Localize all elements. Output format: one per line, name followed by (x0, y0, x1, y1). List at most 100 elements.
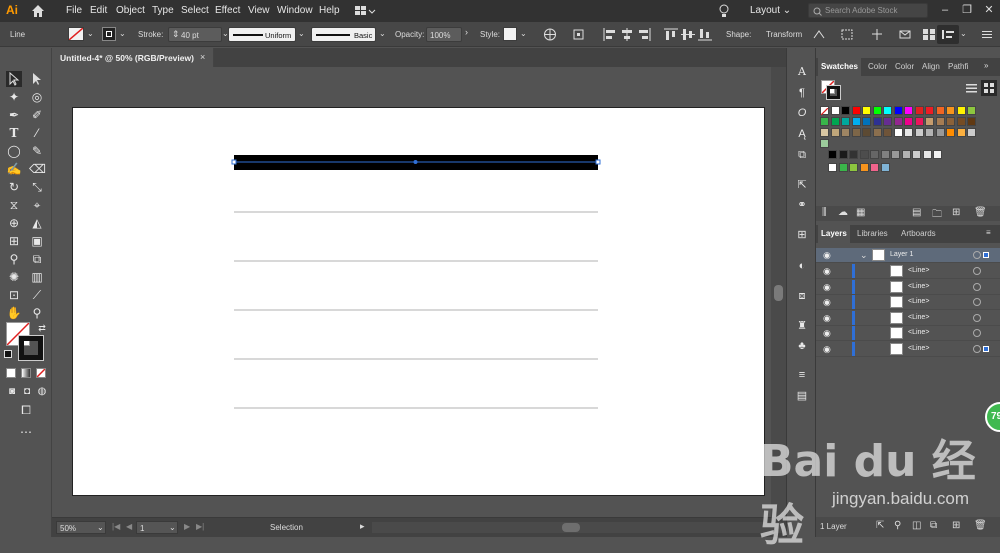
color-swatch[interactable] (901, 150, 911, 159)
color-swatch[interactable] (820, 128, 829, 137)
horizontal-scroll-thumb[interactable] (562, 523, 580, 532)
transform-again-icon[interactable] (812, 28, 826, 41)
color-swatch[interactable] (914, 128, 924, 137)
visibility-eye-icon[interactable]: ◉ (823, 282, 832, 292)
tab-pathfinder[interactable]: Pathfi (945, 58, 971, 76)
character-panel-icon[interactable]: A (795, 65, 809, 79)
opentype-panel-icon[interactable]: O (795, 106, 809, 120)
character-styles-icon[interactable]: ⧉ (795, 148, 809, 162)
color-swatch[interactable] (851, 106, 861, 115)
sublayer-name[interactable]: <Line> (908, 345, 929, 352)
visibility-eye-icon[interactable]: ◉ (823, 251, 832, 260)
color-swatch[interactable] (925, 128, 934, 137)
sublayer-row[interactable]: ◉ <Line> (816, 310, 1000, 326)
color-swatch[interactable] (849, 163, 858, 172)
color-swatch[interactable] (820, 117, 829, 126)
graphic-styles-icon[interactable] (922, 28, 936, 41)
color-swatch[interactable] (880, 163, 890, 172)
color-swatch[interactable] (946, 106, 955, 115)
color-swatch[interactable] (828, 163, 837, 172)
color-swatch[interactable] (880, 150, 890, 159)
color-swatch[interactable] (862, 106, 871, 115)
symbols-panel-icon[interactable]: ♣ (795, 339, 809, 353)
color-swatch[interactable] (862, 128, 871, 137)
maximize-icon[interactable]: ❐ (960, 3, 974, 17)
selection-indicator[interactable] (983, 252, 989, 258)
tab-artboards[interactable]: Artboards (898, 225, 939, 243)
color-swatch[interactable] (830, 106, 840, 115)
horizontal-scrollbar[interactable] (372, 522, 784, 533)
tab-color-guide[interactable]: Color (892, 58, 917, 76)
transform-panel-icon[interactable]: ⊞ (795, 228, 809, 242)
color-swatch[interactable] (872, 117, 882, 126)
sublayer-name[interactable]: <Line> (908, 298, 929, 305)
last-artboard-icon[interactable]: ▶| (196, 522, 204, 531)
selection-indicator[interactable] (983, 345, 989, 352)
envelope-icon[interactable] (898, 28, 912, 41)
color-swatch[interactable] (956, 128, 966, 137)
color-swatch[interactable] (893, 128, 903, 137)
color-swatch[interactable] (904, 106, 913, 115)
color-swatch[interactable] (893, 117, 903, 126)
color-swatch[interactable] (935, 106, 945, 115)
color-swatch[interactable] (859, 150, 869, 159)
color-swatch[interactable] (820, 106, 829, 116)
sublayer-row[interactable]: ◉ <Line> (816, 295, 1000, 310)
export-panel-icon[interactable]: ⇱ (795, 178, 809, 192)
color-swatch[interactable] (935, 117, 945, 126)
color-swatch[interactable] (820, 139, 829, 148)
color-swatch[interactable] (883, 106, 892, 115)
sublayer-target-icon[interactable] (973, 298, 981, 306)
sublayer-target-icon[interactable] (973, 313, 981, 322)
tab-layers[interactable]: Layers (818, 225, 850, 243)
zoom-dropdown-icon[interactable]: ⌄ (97, 523, 104, 532)
expand-layer-icon[interactable]: ⌄ (860, 250, 868, 261)
links-panel-icon[interactable]: ⚭ (795, 198, 809, 212)
color-swatch[interactable] (925, 106, 934, 115)
status-menu-arrow-icon[interactable]: ▸ (360, 521, 365, 532)
vertical-scroll-thumb[interactable] (774, 285, 783, 301)
tab-align[interactable]: Align (919, 58, 943, 76)
color-swatch[interactable] (883, 117, 892, 126)
color-swatch[interactable] (870, 150, 879, 159)
color-swatch[interactable] (956, 106, 966, 115)
color-swatch[interactable] (914, 117, 924, 126)
minimize-icon[interactable]: – (938, 3, 952, 17)
color-swatch[interactable] (883, 128, 892, 137)
color-swatch[interactable] (872, 128, 882, 137)
sublayer-target-icon[interactable] (973, 267, 981, 275)
artboard-number-select[interactable]: 1 ⌄ (136, 521, 178, 534)
color-swatch[interactable] (891, 150, 900, 159)
artboard-dropdown-icon[interactable]: ⌄ (169, 523, 176, 532)
color-swatch[interactable] (893, 106, 903, 115)
stroke-panel-icon[interactable]: ≡ (795, 368, 809, 382)
color-swatch[interactable] (838, 163, 848, 172)
layers-panel-menu-icon[interactable]: ≡ (986, 228, 991, 237)
swatch-options-icon[interactable]: ▤ (912, 207, 921, 218)
layer-name[interactable]: Layer 1 (890, 251, 913, 258)
tab-libraries[interactable]: Libraries (854, 225, 891, 243)
show-swatch-kinds-icon[interactable]: ▦ (856, 207, 865, 218)
color-swatch[interactable] (967, 128, 976, 137)
new-swatch-icon[interactable]: ⊞ (952, 207, 960, 218)
color-swatch[interactable] (946, 117, 955, 126)
next-artboard-icon[interactable]: ▶ (184, 522, 190, 531)
current-tool-status[interactable]: Selection (270, 523, 303, 532)
swatch-library-icon[interactable]: ⫼ (822, 207, 827, 218)
first-artboard-icon[interactable]: |◀ (112, 522, 120, 531)
paragraph-panel-icon[interactable]: ¶ (795, 86, 809, 100)
sublayer-target-icon[interactable] (973, 329, 981, 337)
color-swatch[interactable] (912, 150, 921, 159)
glyphs-panel-icon[interactable]: Ą (795, 127, 809, 141)
color-swatch[interactable] (849, 150, 858, 159)
new-color-group-icon[interactable]: 🗀 (932, 207, 942, 224)
color-swatch[interactable] (859, 163, 869, 172)
layer-row-main[interactable]: ◉ ⌄ Layer 1 (816, 248, 1000, 263)
color-swatch[interactable] (935, 128, 945, 137)
visibility-eye-icon[interactable]: ◉ (823, 313, 832, 323)
sublayer-row[interactable]: ◉ <Line> (816, 341, 1000, 357)
color-swatch[interactable] (830, 128, 840, 137)
tab-color[interactable]: Color (865, 58, 890, 76)
color-swatch[interactable] (904, 117, 913, 126)
sublayer-row[interactable]: ◉ <Line> (816, 279, 1000, 295)
